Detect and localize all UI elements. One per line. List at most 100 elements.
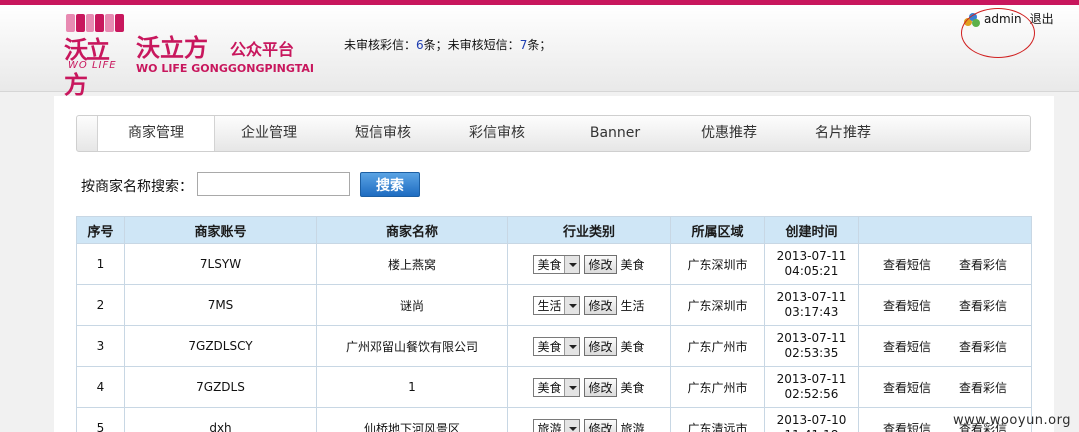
cell-no: 4 — [76, 366, 125, 408]
search-label: 按商家名称搜索： — [81, 179, 193, 195]
red-circle-annotation — [961, 8, 1035, 58]
tab-promotions[interactable]: 优惠推荐 — [675, 116, 783, 151]
brand-name: 沃立方 — [136, 34, 208, 62]
modify-button[interactable]: 修改 — [584, 295, 617, 315]
category-select-value: 生活 — [537, 298, 562, 313]
pending-sms-unit: 条； — [527, 38, 552, 52]
category-select[interactable]: 美食 — [533, 254, 581, 274]
tab-enterprise-management[interactable]: 企业管理 — [215, 116, 323, 151]
category-select[interactable]: 美食 — [533, 377, 581, 397]
created-time: 11:41:18 — [765, 428, 858, 432]
pending-mms-unit: 条； — [423, 38, 448, 52]
view-mms-link[interactable]: 查看彩信 — [959, 256, 1007, 273]
cell-actions: 查看短信 查看彩信 — [858, 284, 1032, 326]
table-row: 1 7LSYW 楼上燕窝 美食 修改 美食 广东深圳市 2013-07-11 04:05:21 查… — [76, 243, 1032, 285]
cell-account: 7LSYW — [124, 243, 317, 285]
created-date: 2013-07-11 — [776, 249, 847, 263]
cell-actions: 查看短信 查看彩信 — [858, 243, 1032, 285]
modify-button[interactable]: 修改 — [584, 418, 617, 432]
tab-banner[interactable]: Banner — [561, 116, 669, 151]
cell-region: 广东广州市 — [670, 325, 765, 367]
view-mms-link[interactable]: 查看彩信 — [959, 338, 1007, 355]
cell-created: 2013-07-1011:41:18 — [764, 407, 859, 432]
cell-name: 谜尚 — [316, 284, 508, 326]
modify-button[interactable]: 修改 — [584, 336, 617, 356]
view-sms-link[interactable]: 查看短信 — [883, 256, 931, 273]
view-sms-link[interactable]: 查看短信 — [883, 379, 931, 396]
cell-name: 1 — [316, 366, 508, 408]
cell-region: 广东清远市 — [670, 407, 765, 432]
cell-region: 广东深圳市 — [670, 243, 765, 285]
category-select-value: 美食 — [537, 380, 562, 395]
merchant-table: 序号 商家账号 商家名称 行业类别 所属区域 创建时间 1 7LSYW 楼上燕窝 美食… — [76, 216, 1032, 432]
chevron-down-icon — [564, 378, 580, 396]
category-select-value: 旅游 — [537, 421, 562, 432]
search-button[interactable]: 搜索 — [360, 172, 420, 197]
cell-region: 广东广州市 — [670, 366, 765, 408]
view-sms-link[interactable]: 查看短信 — [883, 420, 931, 432]
cell-category: 美食 修改 美食 — [507, 325, 671, 367]
tab-card-recommend[interactable]: 名片推荐 — [789, 116, 897, 151]
created-time: 02:53:35 — [784, 346, 839, 360]
created-time: 04:05:21 — [784, 264, 839, 278]
category-text: 美食 — [620, 257, 645, 272]
category-select-value: 美食 — [537, 339, 562, 354]
col-header-region: 所属区域 — [670, 216, 765, 244]
cell-name: 广州邓留山餐饮有限公司 — [316, 325, 508, 367]
view-sms-link[interactable]: 查看短信 — [883, 338, 931, 355]
cell-no: 5 — [76, 407, 125, 432]
category-text: 美食 — [620, 380, 645, 395]
category-select[interactable]: 生活 — [533, 295, 581, 315]
created-time: 02:52:56 — [784, 387, 839, 401]
table-row: 4 7GZDLS 1 美食 修改 美食 广东广州市 2013-07-11 02:52:56 查看短… — [76, 366, 1032, 408]
main-nav: 商家管理 企业管理 短信审核 彩信审核 Banner 优惠推荐 名片推荐 — [76, 115, 1031, 152]
cell-no: 3 — [76, 325, 125, 367]
tab-mms-review[interactable]: 彩信审核 — [443, 116, 551, 151]
cell-actions: 查看短信 查看彩信 — [858, 325, 1032, 367]
created-date: 2013-07-10 — [776, 413, 847, 427]
col-header-no: 序号 — [76, 216, 125, 244]
category-text: 旅游 — [620, 421, 645, 432]
cell-created: 2013-07-11 04:05:21 — [764, 243, 859, 285]
search-input[interactable] — [197, 172, 350, 196]
chevron-down-icon — [564, 255, 580, 273]
modify-button[interactable]: 修改 — [584, 377, 617, 397]
pending-mms-label: 未审核彩信： — [344, 38, 417, 52]
cell-no: 1 — [76, 243, 125, 285]
category-select[interactable]: 旅游 — [533, 418, 581, 432]
created-date: 2013-07-11 — [776, 372, 847, 386]
view-sms-link[interactable]: 查看短信 — [883, 297, 931, 314]
cell-region: 广东深圳市 — [670, 284, 765, 326]
created-date: 2013-07-11 — [776, 331, 847, 345]
cell-category: 美食 修改 美食 — [507, 366, 671, 408]
platform-name: 公众平台 — [230, 40, 295, 59]
col-header-category: 行业类别 — [507, 216, 671, 244]
pending-review-summary: 未审核彩信：6条；未审核短信：7条； — [344, 36, 551, 53]
cell-no: 2 — [76, 284, 125, 326]
view-mms-link[interactable]: 查看彩信 — [959, 297, 1007, 314]
cell-category: 美食 修改 美食 — [507, 243, 671, 285]
chevron-down-icon — [564, 296, 580, 314]
category-text: 生活 — [620, 298, 645, 313]
cell-category: 生活 修改 生活 — [507, 284, 671, 326]
category-select-value: 美食 — [537, 257, 562, 272]
cell-account: dxh — [124, 407, 317, 432]
created-time: 03:17:43 — [784, 305, 839, 319]
pending-mms-count[interactable]: 6 — [416, 38, 424, 52]
chevron-down-icon — [564, 337, 580, 355]
cell-category: 旅游 修改 旅游 — [507, 407, 671, 432]
category-select[interactable]: 美食 — [533, 336, 581, 356]
cell-account: 7GZDLS — [124, 366, 317, 408]
view-mms-link[interactable]: 查看彩信 — [959, 379, 1007, 396]
cell-account: 7GZDLSCY — [124, 325, 317, 367]
cell-name: 仙桥地下河风景区 — [316, 407, 508, 432]
tab-merchant-management[interactable]: 商家管理 — [97, 116, 215, 151]
cell-actions: 查看短信 查看彩信 — [858, 366, 1032, 408]
table-header-row: 序号 商家账号 商家名称 行业类别 所属区域 创建时间 — [76, 216, 1032, 244]
table-row: 2 7MS 谜尚 生活 修改 生活 广东深圳市 2013-07-11 03:17:43 查看短信查… — [76, 284, 1032, 326]
tab-sms-review[interactable]: 短信审核 — [329, 116, 437, 151]
modify-button[interactable]: 修改 — [584, 254, 617, 274]
pending-sms-label: 未审核短信： — [447, 38, 520, 52]
table-row: 3 7GZDLSCY 广州邓留山餐饮有限公司 美食 修改 美食 广东广州市 2013-07-1… — [76, 325, 1032, 367]
created-date: 2013-07-11 — [776, 290, 847, 304]
